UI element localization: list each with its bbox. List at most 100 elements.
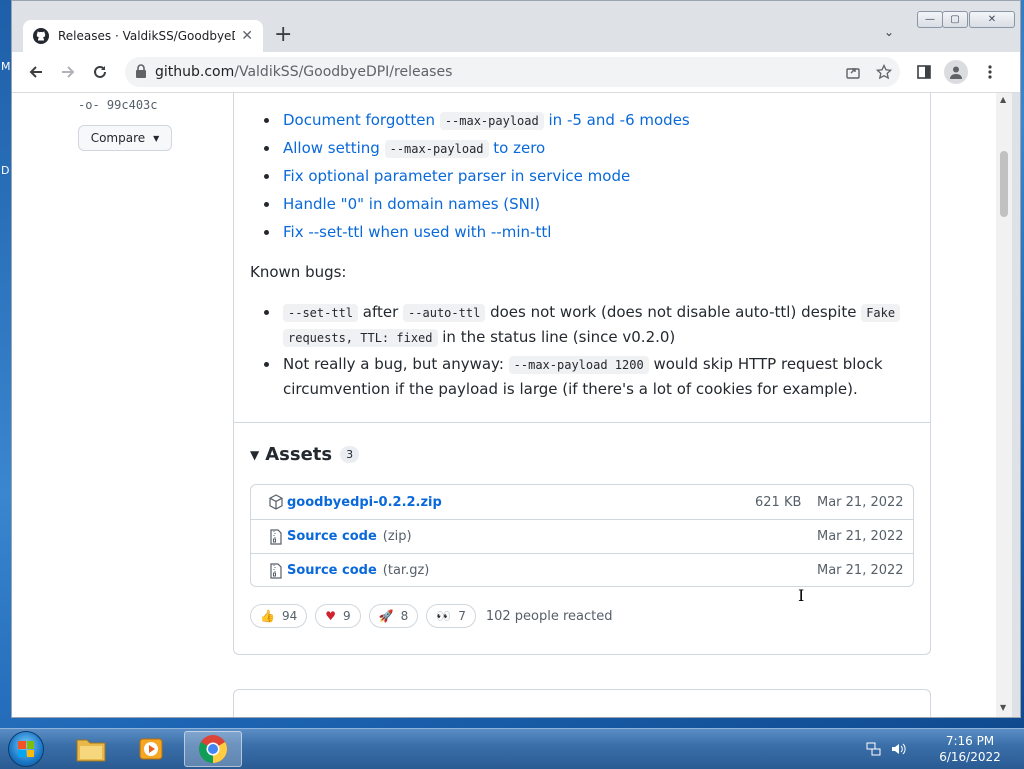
file-zip-icon <box>268 563 284 579</box>
bug-text: circumvention if the payload is large (i… <box>283 380 858 398</box>
start-button[interactable] <box>8 731 44 767</box>
fix-link-text[interactable]: Fix --set-ttl when used with --min-ttl <box>283 223 551 241</box>
network-icon[interactable] <box>866 741 882 757</box>
commit-icon: -o- <box>78 98 100 112</box>
heart-icon: ♥ <box>325 609 336 623</box>
reaction-eyes-button[interactable]: 👀 7 <box>426 604 476 628</box>
inline-code: --auto-ttl <box>403 304 486 322</box>
page-scrollbar[interactable]: ▲ ▼ <box>996 93 1012 717</box>
asset-name: Source code <box>287 563 377 578</box>
lock-icon[interactable] <box>135 63 147 82</box>
asset-link[interactable]: Source code (tar.gz) <box>287 563 429 578</box>
text-cursor-icon: I <box>798 586 805 605</box>
bug-text: Not really a bug, but anyway: <box>283 355 509 373</box>
assets-toggle[interactable]: ▼ Assets 3 <box>250 444 360 465</box>
close-window-button[interactable]: ✕ <box>969 11 1015 28</box>
url-host: github.com <box>155 64 235 80</box>
reactions-summary[interactable]: 102 people reacted <box>486 609 613 624</box>
reaction-count: 8 <box>400 609 409 623</box>
assets-list: goodbyedpi-0.2.2.zip 621 KB Mar 21, 2022… <box>250 484 914 587</box>
tab-title: Releases · ValdikSS/GoodbyeDPI <box>58 29 236 43</box>
asset-name: Source code <box>287 529 377 544</box>
asset-row: Source code (zip) Mar 21, 2022 <box>251 519 913 553</box>
bookmark-star-icon[interactable] <box>872 60 896 84</box>
asset-link[interactable]: Source code (zip) <box>287 529 412 544</box>
new-tab-icon[interactable]: + <box>274 23 292 47</box>
release-card: Document forgotten --max-payload in -5 a… <box>233 93 931 655</box>
taskbar-explorer-button[interactable] <box>62 731 120 767</box>
fix-link-text[interactable]: Document forgotten <box>283 111 440 129</box>
taskbar-chrome-button[interactable] <box>184 731 242 767</box>
asset-link[interactable]: goodbyedpi-0.2.2.zip <box>287 495 442 510</box>
assets-count-badge: 3 <box>340 446 360 463</box>
package-icon <box>268 494 284 510</box>
list-item[interactable]: Allow setting --max-payload to zero <box>263 136 545 161</box>
close-tab-icon[interactable]: ✕ <box>241 28 253 44</box>
bug-text: in the status line (since v0.2.0) <box>437 328 676 346</box>
volume-icon[interactable] <box>890 741 906 757</box>
reload-icon[interactable] <box>88 60 112 84</box>
fix-link-text[interactable]: in -5 and -6 modes <box>544 111 690 129</box>
bug-text: would skip HTTP request block <box>648 355 883 373</box>
reaction-count: 9 <box>343 609 351 623</box>
desktop-icon-label: M <box>1 60 11 73</box>
list-item[interactable]: Handle "0" in domain names (SNI) <box>263 192 540 216</box>
taskbar: 7:16 PM 6/16/2022 <box>0 728 1024 769</box>
maximize-button[interactable]: ▢ <box>942 11 968 28</box>
list-item: Not really a bug, but anyway: --max-payl… <box>264 352 903 401</box>
back-arrow-icon[interactable] <box>24 60 48 84</box>
asset-date: Mar 21, 2022 <box>817 529 904 544</box>
reaction-count: 94 <box>281 609 298 623</box>
media-player-icon <box>139 738 163 760</box>
assets-title: Assets <box>265 444 333 465</box>
forward-arrow-icon[interactable] <box>56 60 80 84</box>
scrollbar-thumb[interactable] <box>1000 151 1008 217</box>
inline-code: --max-payload 1200 <box>508 356 649 374</box>
bug-text: does not work (does not disable auto-ttl… <box>485 303 862 321</box>
eyes-icon: 👀 <box>436 609 452 623</box>
fix-link-text[interactable]: Handle "0" in domain names (SNI) <box>283 195 540 213</box>
minimize-button[interactable]: — <box>917 11 943 28</box>
compare-button[interactable]: Compare ▼ <box>78 125 172 151</box>
list-item[interactable]: Fix optional parameter parser in service… <box>263 164 630 188</box>
reaction-thumbs-up-button[interactable]: 👍 94 <box>250 604 308 628</box>
chrome-icon <box>199 735 227 763</box>
asset-format: (zip) <box>382 529 412 544</box>
taskbar-media-player-button[interactable] <box>122 731 180 767</box>
system-clock[interactable]: 7:16 PM 6/16/2022 <box>935 733 1005 765</box>
commit-link[interactable]: -o- 99c403c <box>78 98 158 112</box>
desktop-icon-label: D <box>1 164 10 177</box>
caret-down-icon: ▼ <box>153 133 160 143</box>
next-release-card <box>233 689 931 717</box>
url-path: /ValdikSS/GoodbyeDPI/releases <box>234 64 453 80</box>
list-item[interactable]: Fix --set-ttl when used with --min-ttl <box>263 220 551 244</box>
profile-avatar-icon[interactable] <box>944 60 968 84</box>
fix-link-text[interactable]: Fix optional parameter parser in service… <box>283 167 630 185</box>
asset-row: goodbyedpi-0.2.2.zip 621 KB Mar 21, 2022 <box>251 485 913 519</box>
commit-hash: 99c403c <box>106 98 158 112</box>
clock-time: 7:16 PM <box>945 734 995 748</box>
asset-row: Source code (tar.gz) Mar 21, 2022 <box>251 553 913 587</box>
menu-kebab-icon[interactable] <box>978 60 1002 84</box>
scroll-up-arrow-icon[interactable]: ▲ <box>1000 95 1006 104</box>
browser-toolbar: github.com/ValdikSS/GoodbyeDPI/releases <box>12 52 1020 93</box>
fix-link-text[interactable]: Allow setting <box>283 139 385 157</box>
side-panel-icon[interactable] <box>912 60 936 84</box>
reaction-count: 7 <box>458 609 466 623</box>
reaction-rocket-button[interactable]: 🚀 8 <box>368 604 419 628</box>
reaction-heart-button[interactable]: ♥ 9 <box>315 604 361 628</box>
list-item[interactable]: Document forgotten --max-payload in -5 a… <box>264 108 690 133</box>
tab-releases[interactable]: Releases · ValdikSS/GoodbyeDPI ✕ <box>23 20 263 52</box>
address-bar[interactable]: github.com/ValdikSS/GoodbyeDPI/releases <box>125 57 900 87</box>
scroll-down-arrow-icon[interactable]: ▼ <box>1000 703 1006 712</box>
chrome-window: Releases · ValdikSS/GoodbyeDPI ✕ + ⌄ — ▢… <box>11 0 1021 718</box>
inline-code: --max-payload <box>439 112 544 130</box>
reactions-bar: 👍 94 ♥ 9 🚀 8 👀 7 102 people reacted <box>250 604 613 628</box>
inline-code: Fake <box>861 304 901 322</box>
inline-code: --set-ttl <box>283 304 359 322</box>
tab-search-chevron-icon[interactable]: ⌄ <box>884 25 894 39</box>
clock-date: 6/16/2022 <box>939 750 1001 764</box>
fix-link-text[interactable]: to zero <box>489 139 545 157</box>
share-icon[interactable] <box>841 60 865 84</box>
thumbs-up-icon: 👍 <box>260 609 275 623</box>
